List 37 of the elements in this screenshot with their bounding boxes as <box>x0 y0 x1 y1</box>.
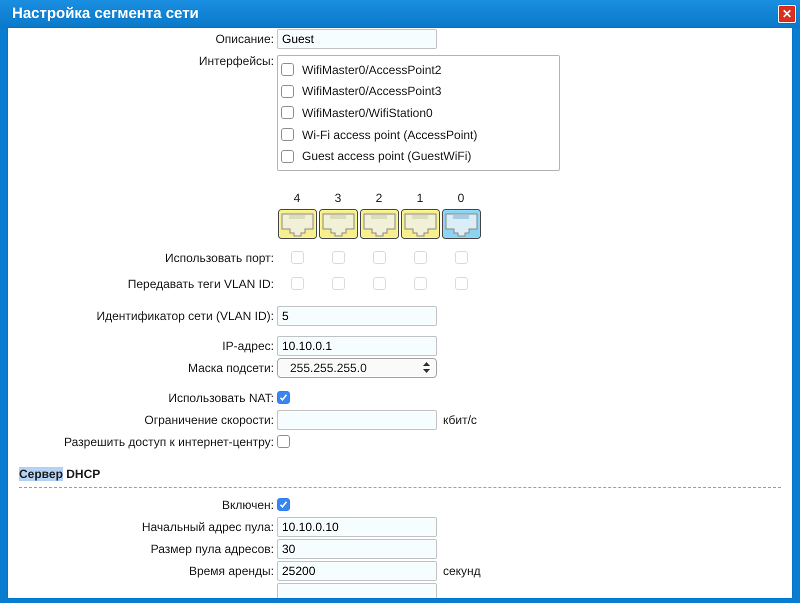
text-field[interactable]: 25200 <box>277 560 437 581</box>
text-field[interactable]: Guest <box>277 29 437 49</box>
field-label: Маска подсети: <box>188 360 274 375</box>
checkbox-label: WifiMaster0/WifiStation0 <box>302 104 433 122</box>
subnet-select[interactable]: 255.255.255.0 <box>277 358 437 378</box>
field-label: Использовать NAT: <box>168 390 274 405</box>
field-label: Ограничение скорости: <box>144 412 274 427</box>
field-label: Идентификатор сети (VLAN ID): <box>96 308 274 323</box>
text-field[interactable]: 10.10.0.10 <box>277 516 437 537</box>
field-label: Включен: <box>222 498 274 512</box>
field-label: Начальный адрес пула: <box>142 520 274 534</box>
field-label: Использовать порт: <box>165 250 274 265</box>
checkbox-label: WifiMaster0/AccessPoint3 <box>302 83 442 100</box>
section-heading: Сервер <box>19 466 63 481</box>
unit-label: кбит/с <box>443 412 477 429</box>
port-number: 3 <box>334 190 342 207</box>
checkbox-label: Wi-Fi access point (AccessPoint) <box>302 126 478 144</box>
port-number: 1 <box>416 190 424 207</box>
checkbox-label: Guest access point (GuestWiFi) <box>302 148 472 166</box>
field-label: Интерфейсы: <box>198 54 274 68</box>
field-label: Время аренды: <box>188 564 274 578</box>
port-number: 0 <box>458 190 464 207</box>
checkbox-label: WifiMaster0/AccessPoint2 <box>302 62 442 79</box>
text-field[interactable]: 5 <box>277 306 437 326</box>
field-label: Размер пула адресов: <box>150 542 274 556</box>
text-field[interactable]: 30 <box>277 538 437 559</box>
text-field[interactable]: 10.10.0.1 <box>277 336 437 356</box>
field-label: IP-адрес: <box>222 338 274 353</box>
section-heading: DHCP <box>66 466 100 481</box>
field-label: Разрешить доступ к интернет-центру: <box>64 434 274 449</box>
close-button[interactable]: ✕ <box>778 5 796 23</box>
port-number: 4 <box>294 190 300 207</box>
window-title: Настройка сегмента сети <box>12 4 199 24</box>
unit-label: секунд <box>443 562 481 580</box>
field-label: Передавать теги VLAN ID: <box>128 276 274 291</box>
field-label: Описание: <box>215 32 274 46</box>
port-number: 2 <box>376 190 382 207</box>
